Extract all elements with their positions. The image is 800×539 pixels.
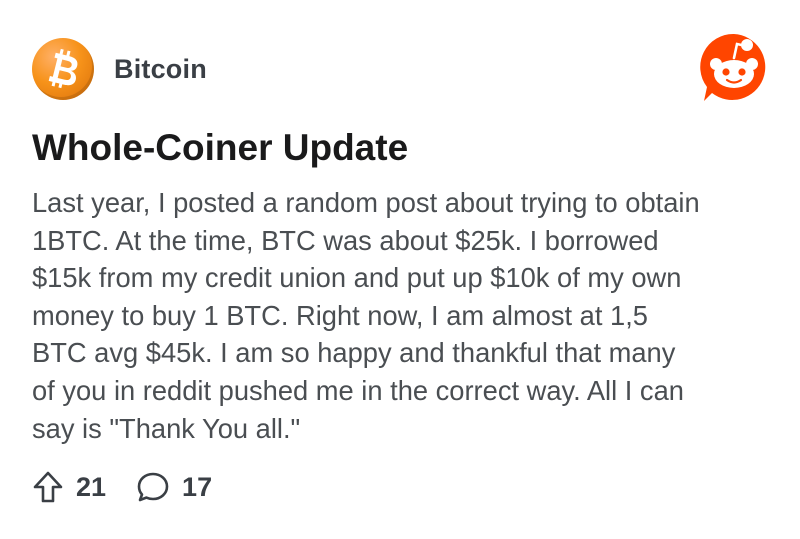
- comments-button[interactable]: 17: [136, 470, 212, 504]
- upvote-button[interactable]: 21: [32, 470, 106, 504]
- bitcoin-logo-icon[interactable]: [32, 38, 94, 100]
- post-actions: 21 17: [32, 468, 212, 506]
- reddit-snoo-icon[interactable]: [698, 31, 770, 103]
- upvote-arrow-icon: [33, 471, 63, 503]
- comment-count: 17: [182, 471, 213, 502]
- comment-bubble-icon: [137, 472, 169, 502]
- post-title[interactable]: Whole-Coiner Update: [32, 124, 408, 172]
- reddit-post-card: Bitcoin Whole-Coiner Update Last year, I…: [0, 0, 800, 539]
- post-body: Last year, I posted a random post about …: [32, 187, 700, 444]
- upvote-count: 21: [76, 471, 107, 502]
- subreddit-name[interactable]: Bitcoin: [114, 54, 207, 85]
- post-header: Bitcoin: [32, 38, 207, 100]
